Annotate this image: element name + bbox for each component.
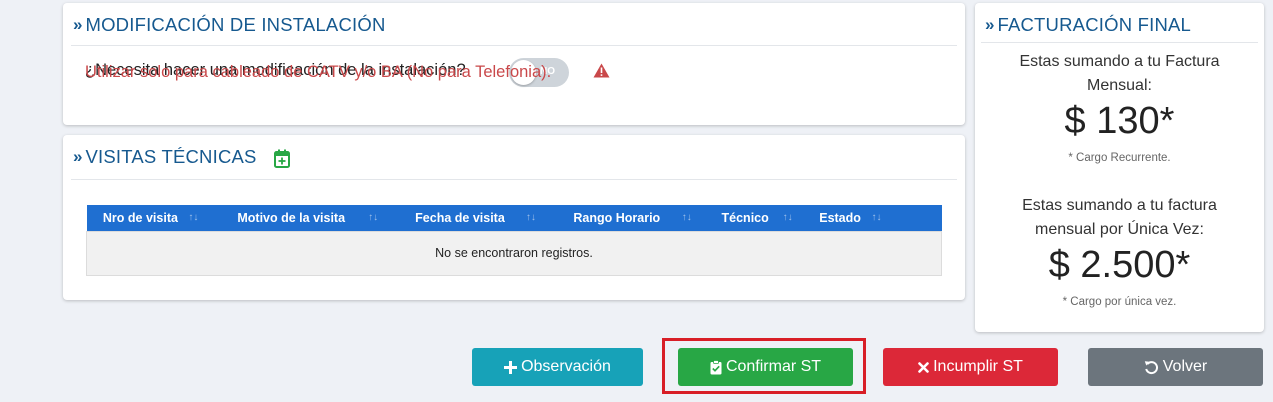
modification-title-text: MODIFICACIÓN DE INSTALACIÓN [85, 14, 386, 35]
clipboard-check-icon [710, 359, 722, 374]
col-estado[interactable]: Estado ↑↓ [802, 205, 892, 231]
monthly-amount: $ 130* [1064, 100, 1175, 142]
col-nro-visita[interactable]: Nro de visita ↑↓ [86, 205, 209, 231]
table-header-row: Nro de visita ↑↓ Motivo de la visita ↑↓ Fe… [86, 205, 942, 231]
col-fecha[interactable]: Fecha de visita ↑↓ [388, 205, 546, 231]
divider [71, 45, 957, 46]
confirmar-label: Confirmar ST [725, 358, 822, 375]
modification-card: » MODIFICACIÓN DE INSTALACIÓN ¿Necesita … [63, 3, 965, 125]
sort-icon: ↑↓ [782, 212, 793, 223]
col-rango[interactable]: Rango Horario ↑↓ [545, 205, 702, 231]
sort-icon: ↑↓ [871, 212, 882, 223]
double-chevron-icon: » [73, 15, 83, 34]
observacion-button[interactable]: Observación [472, 348, 643, 386]
sort-icon: ↑↓ [525, 212, 536, 223]
monthly-text: Estas sumando a tu Factura Mensual: [1019, 53, 1220, 94]
double-chevron-icon: » [985, 15, 995, 34]
modification-title: » MODIFICACIÓN DE INSTALACIÓN [73, 14, 386, 36]
plus-icon [504, 360, 518, 374]
modification-warning: Utilizar solo para cableado de CATV y/o … [85, 63, 552, 81]
visits-title-text: VISITAS TÉCNICAS [85, 146, 257, 167]
visits-card: » VISITAS TÉCNICAS Nro de visita ↑↓ Motiv… [63, 135, 965, 300]
double-chevron-icon: » [73, 147, 83, 166]
sort-icon: ↑↓ [681, 212, 692, 223]
incumplir-st-button[interactable]: Incumplir ST [883, 348, 1058, 386]
empty-message: No se encontraron registros. [86, 230, 942, 276]
incumplir-label: Incumplir ST [933, 358, 1023, 375]
sort-icon: ↑↓ [188, 212, 199, 223]
once-amount: $ 2.500* [1048, 244, 1191, 286]
close-icon [918, 361, 929, 373]
visits-table: Nro de visita ↑↓ Motivo de la visita ↑↓ Fe… [86, 205, 942, 276]
sort-icon: ↑↓ [368, 212, 379, 223]
visits-title: » VISITAS TÉCNICAS [73, 146, 257, 168]
volver-label: Volver [1162, 358, 1208, 375]
col-motivo[interactable]: Motivo de la visita ↑↓ [208, 205, 389, 231]
once-note: * Cargo por única vez. [1062, 296, 1177, 308]
undo-icon [1144, 360, 1158, 374]
monthly-note: * Cargo Recurrente. [1068, 152, 1171, 164]
divider [981, 42, 1258, 43]
header-filler [891, 205, 942, 231]
volver-button[interactable]: Volver [1088, 348, 1263, 386]
col-tecnico[interactable]: Técnico ↑↓ [701, 205, 803, 231]
billing-title: » FACTURACIÓN FINAL [985, 14, 1191, 36]
calendar-plus-icon[interactable] [274, 149, 290, 168]
billing-card: » FACTURACIÓN FINAL Estas sumando a tu F… [975, 3, 1264, 332]
confirmar-st-button[interactable]: Confirmar ST [678, 348, 853, 386]
once-text: Estas sumando a tu factura mensual por Ú… [1022, 197, 1217, 238]
billing-title-text: FACTURACIÓN FINAL [997, 14, 1192, 35]
table-row: No se encontraron registros. [86, 230, 942, 276]
observacion-label: Observación [521, 358, 611, 375]
divider [71, 179, 957, 180]
